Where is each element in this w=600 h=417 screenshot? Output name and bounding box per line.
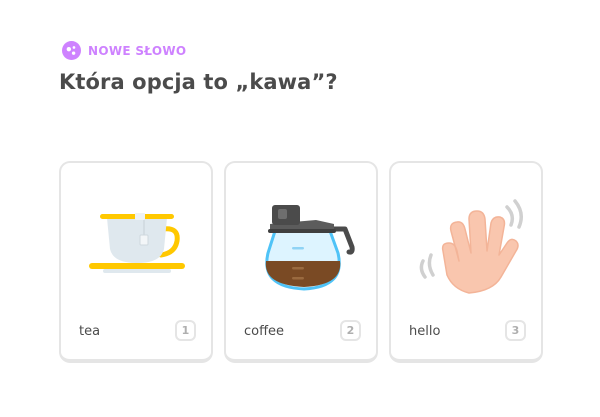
lesson-screen: NOWE SŁOWO Która opcja to „kawa”? tea 1 xyxy=(0,0,600,417)
choice-card-hello[interactable]: hello 3 xyxy=(389,161,543,363)
choice-card-coffee[interactable]: coffee 2 xyxy=(224,161,378,363)
coffee-pot-icon xyxy=(265,205,355,291)
choice-label: hello xyxy=(409,324,441,339)
choice-key-hint: 1 xyxy=(175,320,196,341)
choice-key-hint: 2 xyxy=(340,320,361,341)
new-word-label: NOWE SŁOWO xyxy=(88,43,187,58)
teacup-icon xyxy=(89,213,185,273)
choice-key-hint: 3 xyxy=(505,320,526,341)
question-title: Która opcja to „kawa”? xyxy=(59,70,338,94)
choice-card-tea[interactable]: tea 1 xyxy=(59,161,213,363)
new-word-sparkle-icon xyxy=(62,41,81,60)
waving-hand-icon xyxy=(419,199,523,294)
choice-label: tea xyxy=(79,324,101,339)
choice-label: coffee xyxy=(244,324,285,339)
new-word-badge: NOWE SŁOWO xyxy=(62,41,186,60)
